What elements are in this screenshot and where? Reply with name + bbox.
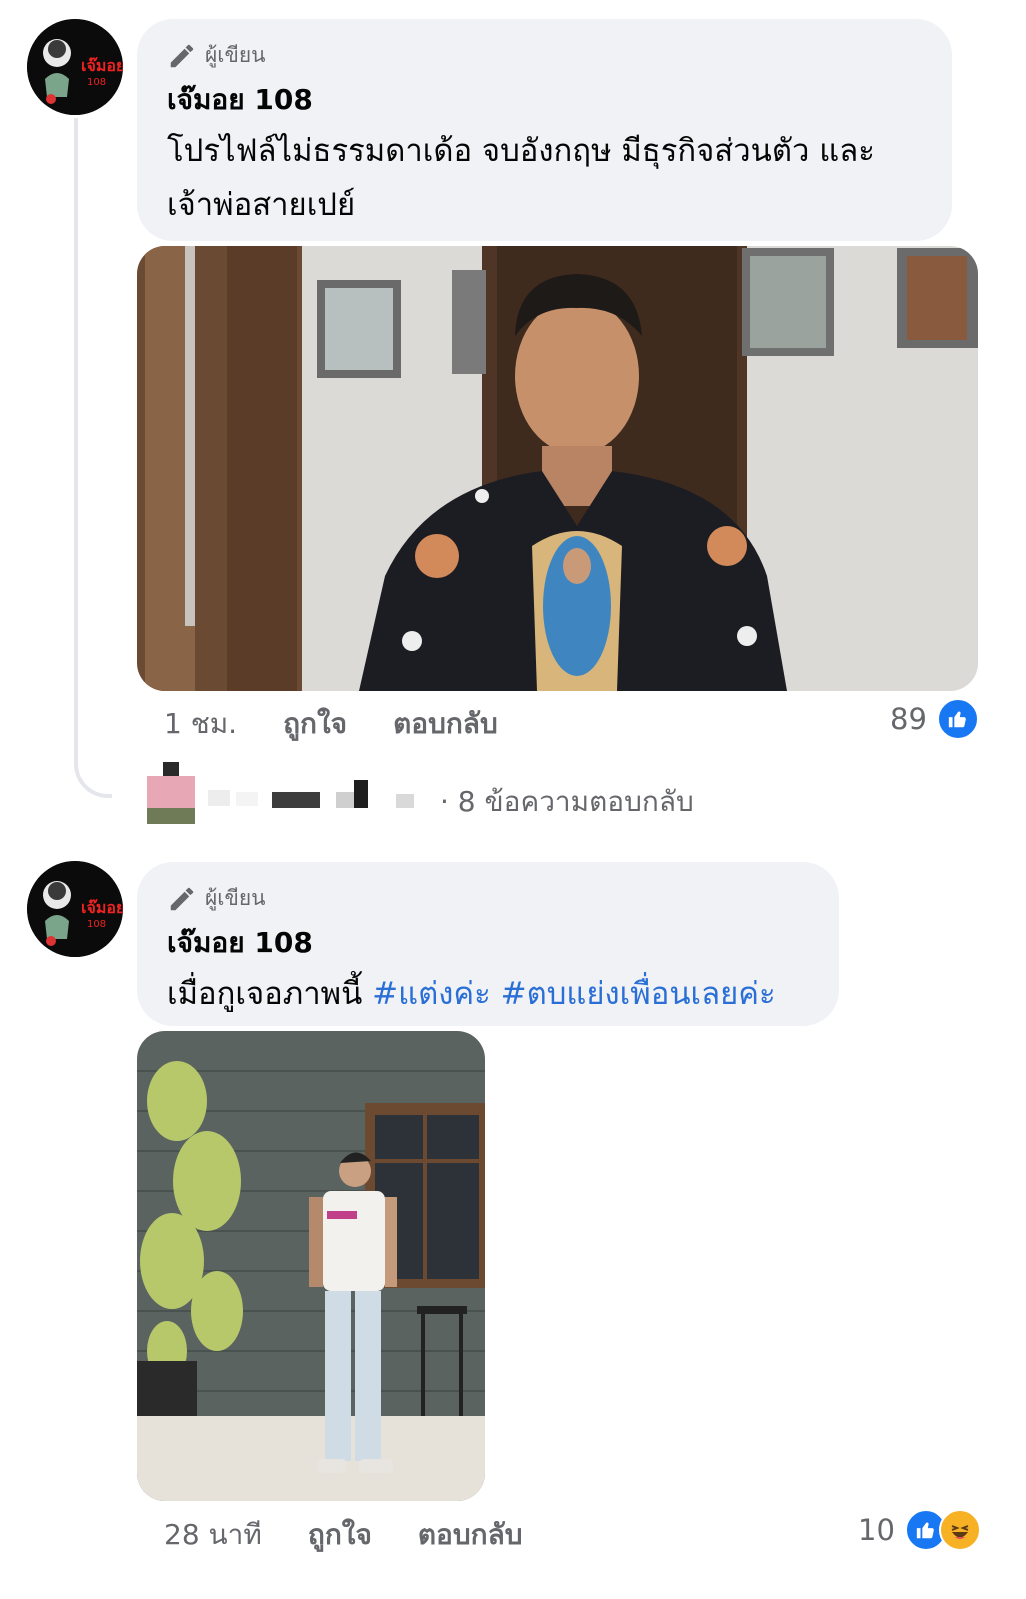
avatar[interactable]: เจ๊มอย 108 <box>27 19 123 115</box>
comment-time[interactable]: 28 นาที <box>164 1513 262 1557</box>
comment-actions: 28 นาที ถูกใจ ตอบกลับ <box>164 1513 569 1557</box>
hashtag-link[interactable]: #ตบแย่งเพื่อนเลยค่ะ <box>501 976 776 1012</box>
replier-name-blurred[interactable] <box>208 780 418 810</box>
comment-time[interactable]: 1 ชม. <box>164 702 237 746</box>
reaction-count: 89 <box>890 702 927 736</box>
author-badge-label: ผู้เขียน <box>205 886 266 910</box>
comment-image[interactable] <box>137 1031 485 1501</box>
reply-button[interactable]: ตอบกลับ <box>393 702 498 746</box>
comment-text-plain: เมื่อกูเจอภาพนี้ <box>167 976 373 1012</box>
comment-bubble: ผู้เขียน เจ๊มอย 108 โปรไฟล์ไม่ธรรมดาเด้อ… <box>137 19 952 241</box>
comment-actions: 1 ชม. ถูกใจ ตอบกลับ <box>164 702 544 746</box>
author-badge-label: ผู้เขียน <box>205 43 266 67</box>
author-badge: ผู้เขียน <box>167 39 922 72</box>
like-button[interactable]: ถูกใจ <box>283 702 347 746</box>
reaction-summary[interactable]: 10 <box>858 1509 981 1551</box>
replier-avatar[interactable] <box>147 762 195 824</box>
author-name[interactable]: เจ๊มอย 108 <box>167 921 809 965</box>
comment-bubble: ผู้เขียน เจ๊มอย 108 เมื่อกูเจอภาพนี้ #แต… <box>137 862 839 1026</box>
avatar-number: 108 <box>87 919 106 930</box>
comment-text: เมื่อกูเจอภาพนี้ #แต่งค่ะ #ตบแย่งเพื่อนเ… <box>167 967 809 1021</box>
hashtag-link[interactable]: #แต่งค่ะ <box>372 976 491 1012</box>
pencil-icon <box>170 887 194 910</box>
reaction-summary[interactable]: 89 <box>890 698 979 740</box>
author-badge: ผู้เขียน <box>167 882 809 915</box>
view-replies-link[interactable]: · 8 ข้อความตอบกลับ <box>440 780 694 824</box>
pencil-icon <box>170 44 194 67</box>
reaction-count: 10 <box>858 1513 895 1547</box>
reply-button[interactable]: ตอบกลับ <box>418 1513 523 1557</box>
comment-text: โปรไฟล์ไม่ธรรมดาเด้อ จบอังกฤษ มีธุรกิจส่… <box>167 133 875 223</box>
reply-thread-line <box>74 118 112 798</box>
avatar-number: 108 <box>87 77 106 88</box>
haha-icon <box>938 1509 981 1551</box>
like-icon <box>936 698 979 740</box>
comment-image[interactable] <box>137 246 978 691</box>
avatar-text: เจ๊มอย <box>81 56 123 75</box>
author-name[interactable]: เจ๊มอย 108 <box>167 78 922 122</box>
avatar[interactable]: เจ๊มอย 108 <box>27 861 123 957</box>
like-button[interactable]: ถูกใจ <box>308 1513 372 1557</box>
avatar-text: เจ๊มอย <box>81 898 123 917</box>
